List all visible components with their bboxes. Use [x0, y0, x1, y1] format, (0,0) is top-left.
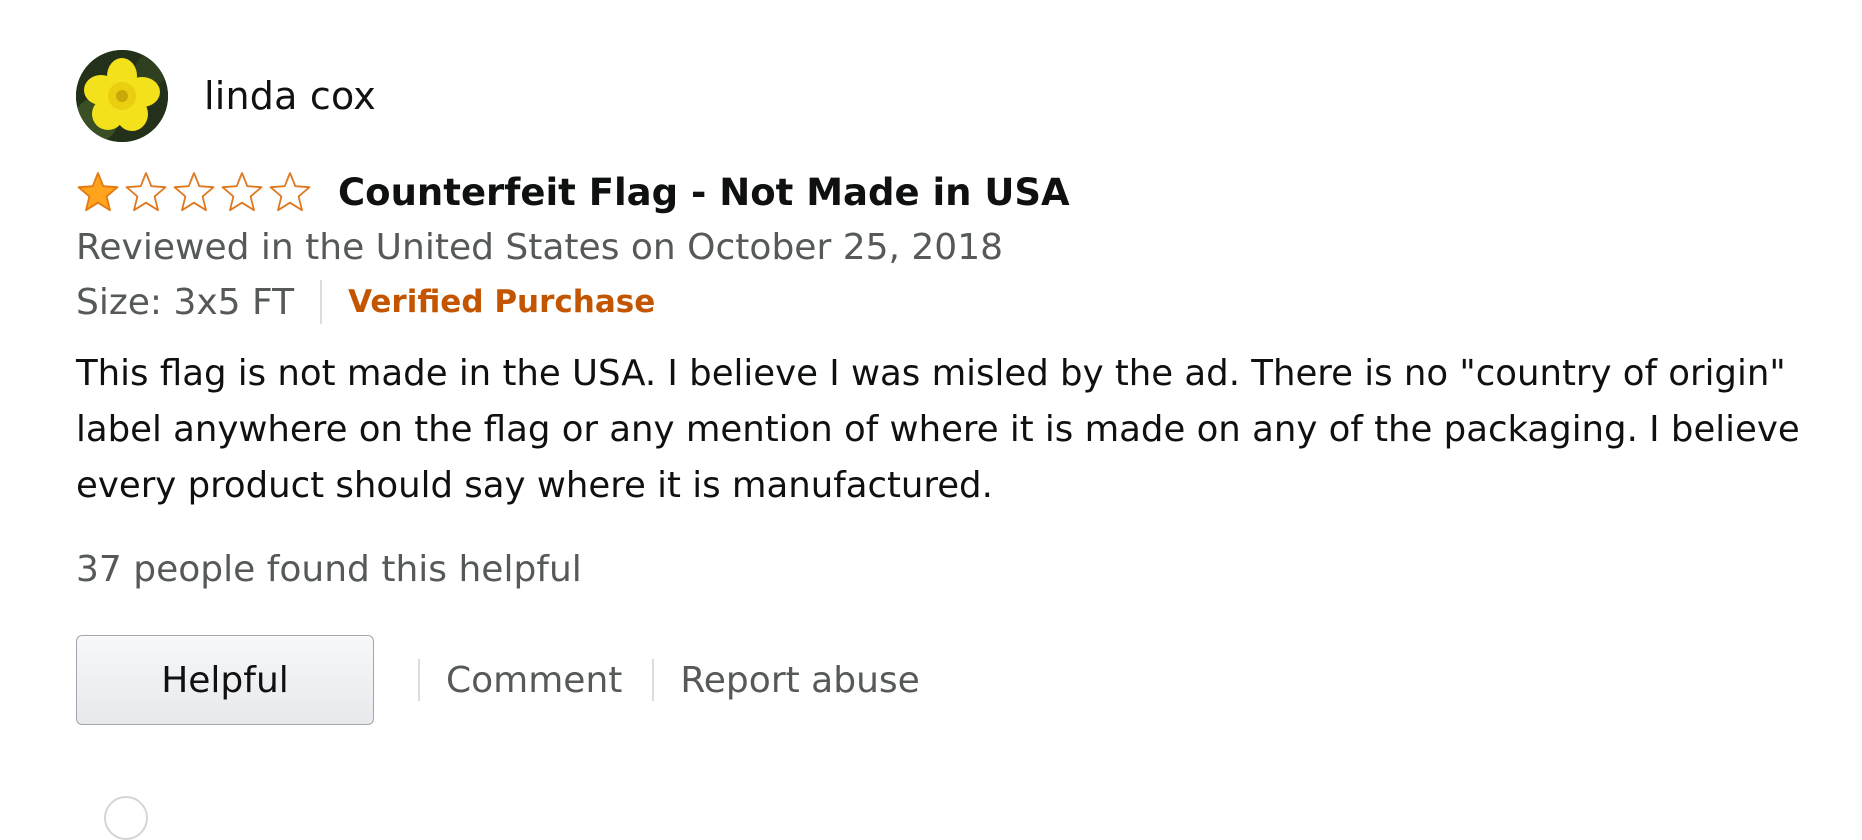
star-rating[interactable] [76, 170, 316, 214]
avatar[interactable] [76, 50, 168, 142]
action-divider [418, 659, 420, 701]
helpful-button[interactable]: Helpful [76, 635, 374, 725]
helpful-count: 37 people found this helpful [76, 549, 582, 590]
reviewer-name[interactable]: linda cox [204, 74, 376, 118]
review-meta: Size: 3x5 FT Verified Purchase [76, 274, 1836, 330]
report-abuse-link[interactable]: Report abuse [680, 660, 919, 701]
action-divider [652, 659, 655, 701]
yellow-flower-avatar-icon [76, 50, 168, 142]
reviewer-profile[interactable]: linda cox [76, 50, 1836, 142]
star-empty-icon [125, 172, 167, 212]
star-filled-icon [77, 172, 119, 212]
verified-purchase-badge: Verified Purchase [348, 284, 656, 320]
review-actions: Helpful Comment Report abuse [76, 634, 1836, 726]
review-body: This flag is not made in the USA. I beli… [76, 353, 1800, 506]
review-title-row: Counterfeit Flag - Not Made in USA [76, 166, 1836, 218]
star-empty-icon [221, 172, 263, 212]
meta-divider [320, 280, 323, 324]
comment-link[interactable]: Comment [446, 660, 622, 701]
star-empty-icon [269, 172, 311, 212]
review-title[interactable]: Counterfeit Flag - Not Made in USA [338, 171, 1070, 214]
review-card: linda cox Counterfeit Flag - Not Made in… [76, 50, 1836, 726]
next-review-avatar [104, 796, 148, 840]
review-date: Reviewed in the United States on October… [76, 227, 1003, 268]
star-empty-icon [173, 172, 215, 212]
product-size[interactable]: Size: 3x5 FT [76, 282, 294, 323]
